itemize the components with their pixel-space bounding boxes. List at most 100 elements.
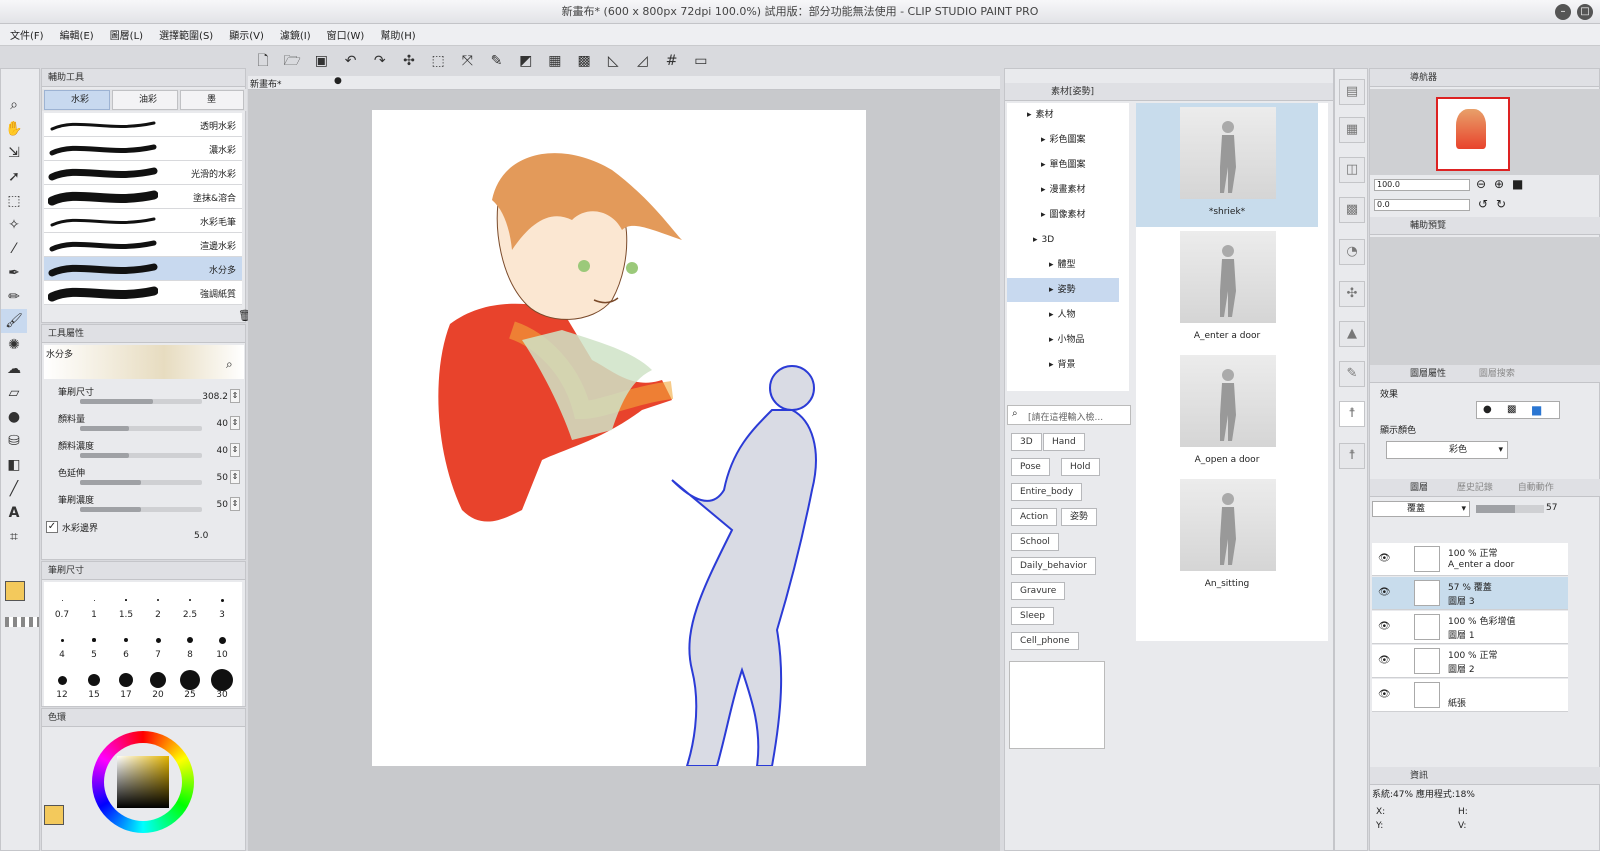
tab-layers[interactable]: 圖層: [1410, 483, 1428, 493]
tree-item[interactable]: ▸ 姿勢: [1007, 278, 1119, 302]
tab-oil[interactable]: 油彩: [112, 90, 178, 110]
brush-item[interactable]: 透明水彩: [44, 113, 242, 137]
toolbar-menu-icon[interactable]: ▭: [689, 49, 713, 73]
material-item[interactable]: An_sitting: [1136, 475, 1318, 599]
material-item[interactable]: A_enter a door: [1136, 227, 1318, 351]
menu-layer[interactable]: 圖層(L): [110, 27, 143, 42]
text-tool-icon[interactable]: A: [1, 501, 27, 525]
brush-item[interactable]: 水彩毛筆: [44, 209, 242, 233]
brush-size-item[interactable]: 25: [174, 664, 206, 702]
tree-item[interactable]: ▸ 小物品: [1007, 328, 1119, 352]
redo-icon[interactable]: ↷: [368, 49, 392, 73]
tab-close-icon[interactable]: ●: [334, 76, 342, 86]
save-icon[interactable]: ▣: [309, 49, 333, 73]
display-color-select[interactable]: 彩色 ▾: [1386, 441, 1508, 459]
menu-file[interactable]: 文件(F): [10, 27, 44, 42]
effect-tone-icon[interactable]: ▩: [1507, 404, 1516, 415]
opacity-value[interactable]: 57: [1546, 503, 1557, 513]
brush-item[interactable]: 塗抹&溶合: [44, 185, 242, 209]
grid-icon[interactable]: ▦: [543, 49, 567, 73]
rotate-left-icon[interactable]: ↺: [1478, 197, 1488, 211]
gradient-tool-icon[interactable]: ◧: [1, 453, 27, 477]
ruler-icon[interactable]: ◺: [601, 49, 625, 73]
eye-icon[interactable]: 👁: [1378, 655, 1391, 666]
stepper-icon[interactable]: ⇕: [230, 416, 240, 430]
brush-size-item[interactable]: 2: [142, 584, 174, 622]
material-item[interactable]: A_open a door: [1136, 351, 1318, 475]
opacity-slider[interactable]: [1476, 505, 1544, 513]
menu-selection[interactable]: 選擇範圍(S): [159, 27, 213, 42]
effect-buttons[interactable]: ● ▩ ■: [1476, 401, 1560, 419]
airbrush-icon[interactable]: ✺: [1, 333, 27, 357]
tree-item[interactable]: ▸ 人物: [1007, 303, 1119, 327]
brush-size-item[interactable]: 7: [142, 624, 174, 662]
eyedropper-icon[interactable]: ⁄: [1, 237, 27, 261]
eraser-icon[interactable]: ▱: [1, 381, 27, 405]
grid-snap-icon[interactable]: #: [660, 49, 684, 73]
effect-dot-icon[interactable]: ●: [1483, 404, 1492, 415]
material-icon-3[interactable]: ◫: [1339, 157, 1365, 183]
tag-button[interactable]: Entire_body: [1011, 483, 1083, 501]
tree-item[interactable]: ▸ 圖像素材: [1007, 203, 1119, 227]
brush-size-item[interactable]: 17: [110, 664, 142, 702]
pencil-tool-icon[interactable]: ✏: [1, 285, 27, 309]
stepper-icon[interactable]: ⇕: [230, 443, 240, 457]
property-value[interactable]: 50: [202, 500, 228, 510]
object-tool-icon[interactable]: ➚: [1, 165, 27, 189]
tag-button[interactable]: Gravure: [1011, 582, 1066, 600]
pen-fill-icon[interactable]: ✎: [485, 49, 509, 73]
gradient-icon[interactable]: ◩: [514, 49, 538, 73]
line-tool-icon[interactable]: ╱: [1, 477, 27, 501]
property-value[interactable]: 50: [202, 473, 228, 483]
tree-item[interactable]: ▸ 素材: [1007, 103, 1119, 127]
transform-icon[interactable]: ⤧: [455, 49, 479, 73]
brush-item[interactable]: 渲邊水彩: [44, 233, 242, 257]
zoom-value[interactable]: 100.0: [1374, 179, 1470, 191]
material-icon-4[interactable]: ▩: [1339, 197, 1365, 223]
move-tool-icon[interactable]: ⇲: [1, 141, 27, 165]
layer-property-tab[interactable]: 圖層屬性: [1410, 369, 1446, 379]
hand-tool-icon[interactable]: ✋: [1, 117, 27, 141]
tag-button[interactable]: Sleep: [1011, 607, 1055, 625]
fill-bucket-icon[interactable]: ⛁: [1, 429, 27, 453]
layer-search-tab[interactable]: 圖層搜索: [1479, 369, 1515, 379]
crop-icon[interactable]: ⬚: [426, 49, 450, 73]
navigator-thumbnail[interactable]: [1436, 97, 1510, 171]
tree-item[interactable]: ▸ 彩色圖案: [1007, 128, 1119, 152]
pen-tool-icon[interactable]: ✒: [1, 261, 27, 285]
tab-history[interactable]: 歷史記錄: [1457, 483, 1493, 493]
zoom-in-icon[interactable]: ⊕: [1494, 177, 1504, 191]
tree-item[interactable]: ▸ 單色圖案: [1007, 153, 1119, 177]
ruler-snap-icon[interactable]: ◿: [630, 49, 654, 73]
canvas-tab[interactable]: 新畫布*: [250, 77, 282, 90]
material-icon-5[interactable]: ◔: [1339, 239, 1365, 265]
menu-window[interactable]: 窗口(W): [327, 27, 365, 42]
current-color-swatch[interactable]: [44, 805, 64, 825]
menu-view[interactable]: 顯示(V): [229, 27, 264, 42]
layer-row[interactable]: 👁 100 % 色彩增值 圖層 1: [1372, 611, 1568, 644]
balloon-tool-icon[interactable]: ⌗: [1, 525, 27, 549]
watercolor-edge-checkbox[interactable]: ✓: [46, 521, 58, 533]
material-icon-8[interactable]: ✎: [1339, 361, 1365, 387]
tag-button[interactable]: Cell_phone: [1011, 632, 1079, 650]
stepper-icon[interactable]: ⇕: [230, 389, 240, 403]
tree-item[interactable]: ▸ 體型: [1007, 253, 1119, 277]
pose-icon[interactable]: ☨: [1339, 401, 1365, 427]
layer-row[interactable]: 👁 紙張: [1372, 679, 1568, 712]
new-file-icon[interactable]: 🗋: [251, 49, 275, 73]
brush-item[interactable]: 強調紙質: [44, 281, 242, 305]
eye-icon[interactable]: 👁: [1378, 553, 1391, 564]
brush-size-item[interactable]: 5: [78, 624, 110, 662]
tree-item[interactable]: ▸ 3D: [1007, 228, 1119, 252]
brush-size-item[interactable]: 10: [206, 624, 238, 662]
eye-icon[interactable]: 👁: [1378, 621, 1391, 632]
brush-size-item[interactable]: 3: [206, 584, 238, 622]
rotate-right-icon[interactable]: ↻: [1496, 197, 1506, 211]
menu-edit[interactable]: 編輯(E): [60, 27, 94, 42]
eye-icon[interactable]: 👁: [1378, 587, 1391, 598]
brush-size-item[interactable]: 1: [78, 584, 110, 622]
maximize-icon[interactable]: □: [1577, 4, 1593, 20]
layer-row[interactable]: 👁 100 % 正常 圖層 2: [1372, 645, 1568, 678]
brush-size-item[interactable]: 1.5: [110, 584, 142, 622]
brush-item[interactable]: 濃水彩: [44, 137, 242, 161]
